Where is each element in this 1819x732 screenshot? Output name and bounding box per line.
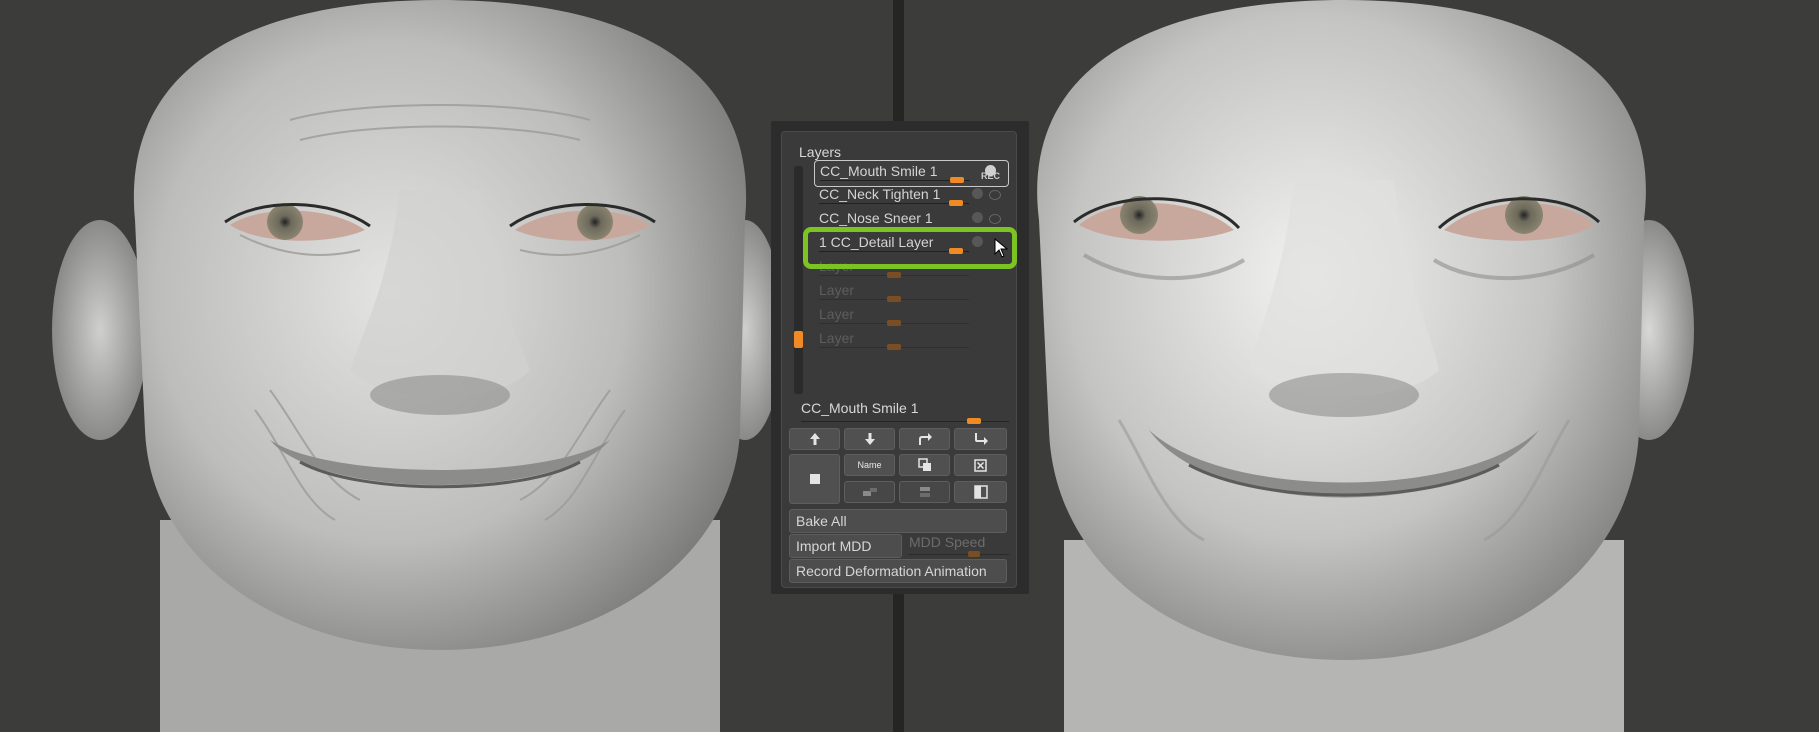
bake-all-button[interactable]: Bake All <box>789 509 1007 533</box>
layer-name: CC_Neck Tighten 1 <box>819 186 941 202</box>
detail-layer-highlight <box>803 227 1017 269</box>
copy-layer-button[interactable] <box>899 481 950 503</box>
move-layer-down-button[interactable] <box>844 428 895 450</box>
mdd-speed-track[interactable] <box>909 554 1009 555</box>
duplicate-icon <box>917 458 931 471</box>
move-layer-up-button[interactable] <box>789 428 840 450</box>
mdd-speed-label: MDD Speed <box>909 534 986 550</box>
new-layer-icon <box>809 474 820 484</box>
layer-name: Layer <box>819 282 855 298</box>
delete-icon <box>974 458 987 472</box>
layer-list-scrollbar[interactable] <box>794 166 803 394</box>
name-button-label: Name <box>857 460 882 470</box>
viewport-left[interactable] <box>0 0 893 732</box>
zbrush-canvas: Layers CC_Mouth Smile 1 REC CC_Neck Tigh… <box>0 0 1819 732</box>
layer-strength-knob[interactable] <box>887 344 901 350</box>
rec-badge: REC <box>980 171 1000 181</box>
selected-layer-strength-knob[interactable] <box>967 418 981 424</box>
layer-row-mouth-smile[interactable]: CC_Mouth Smile 1 REC <box>814 160 1009 187</box>
mdd-speed-knob[interactable] <box>968 551 980 557</box>
paste-icon <box>973 485 988 499</box>
detailed-head-render <box>52 0 783 732</box>
split-arrow-icon <box>918 433 932 445</box>
layer-strength-knob[interactable] <box>887 296 901 302</box>
viewport-right[interactable] <box>904 0 1819 732</box>
layer-row-empty-3[interactable]: Layer <box>814 304 1007 329</box>
panel-title: Layers <box>799 144 842 160</box>
layer-strength-knob[interactable] <box>950 177 964 183</box>
layer-row-neck-tighten[interactable]: CC_Neck Tighten 1 <box>814 184 1007 209</box>
record-deformation-button[interactable]: Record Deformation Animation <box>789 559 1007 583</box>
visibility-eye-icon[interactable] <box>989 190 1001 200</box>
arrow-up-icon <box>809 433 820 445</box>
layer-row-empty-4[interactable]: Layer <box>814 328 1007 353</box>
merge-down-button[interactable] <box>954 428 1007 450</box>
copy-icon <box>919 487 930 497</box>
delete-layer-button[interactable] <box>954 454 1007 476</box>
visibility-eye-icon[interactable] <box>989 214 1001 224</box>
layer-strength-track[interactable] <box>819 203 969 204</box>
layer-strength-track[interactable] <box>820 180 970 181</box>
smooth-head-render <box>914 0 1694 732</box>
layer-name: CC_Mouth Smile 1 <box>820 163 938 179</box>
layers-panel-body: Layers CC_Mouth Smile 1 REC CC_Neck Tigh… <box>781 131 1017 588</box>
bake-icon <box>862 488 877 496</box>
layers-panel: Layers CC_Mouth Smile 1 REC CC_Neck Tigh… <box>771 121 1029 594</box>
bake-layer-button[interactable] <box>844 481 895 503</box>
record-toggle-icon[interactable] <box>972 188 983 199</box>
paste-layer-button[interactable] <box>954 481 1007 503</box>
rename-layer-button[interactable]: Name <box>844 454 895 476</box>
layer-name: CC_Nose Sneer 1 <box>819 210 933 226</box>
duplicate-layer-button[interactable] <box>899 454 950 476</box>
layer-strength-knob[interactable] <box>949 200 963 206</box>
mouse-cursor-icon <box>994 238 1008 258</box>
layer-strength-knob[interactable] <box>887 272 901 278</box>
new-layer-button[interactable] <box>789 454 840 504</box>
arrow-down-icon <box>864 433 875 445</box>
selected-layer-name: CC_Mouth Smile 1 <box>801 400 919 416</box>
layer-row-empty-2[interactable]: Layer <box>814 280 1007 305</box>
layer-list-scroll-thumb[interactable] <box>794 331 803 348</box>
layer-strength-knob[interactable] <box>887 320 901 326</box>
layer-name: Layer <box>819 306 855 322</box>
layer-name: Layer <box>819 330 855 346</box>
merge-arrow-icon <box>974 433 988 445</box>
record-toggle-icon[interactable] <box>972 212 983 223</box>
split-layer-button[interactable] <box>899 428 950 450</box>
import-mdd-button[interactable]: Import MDD <box>789 534 902 558</box>
